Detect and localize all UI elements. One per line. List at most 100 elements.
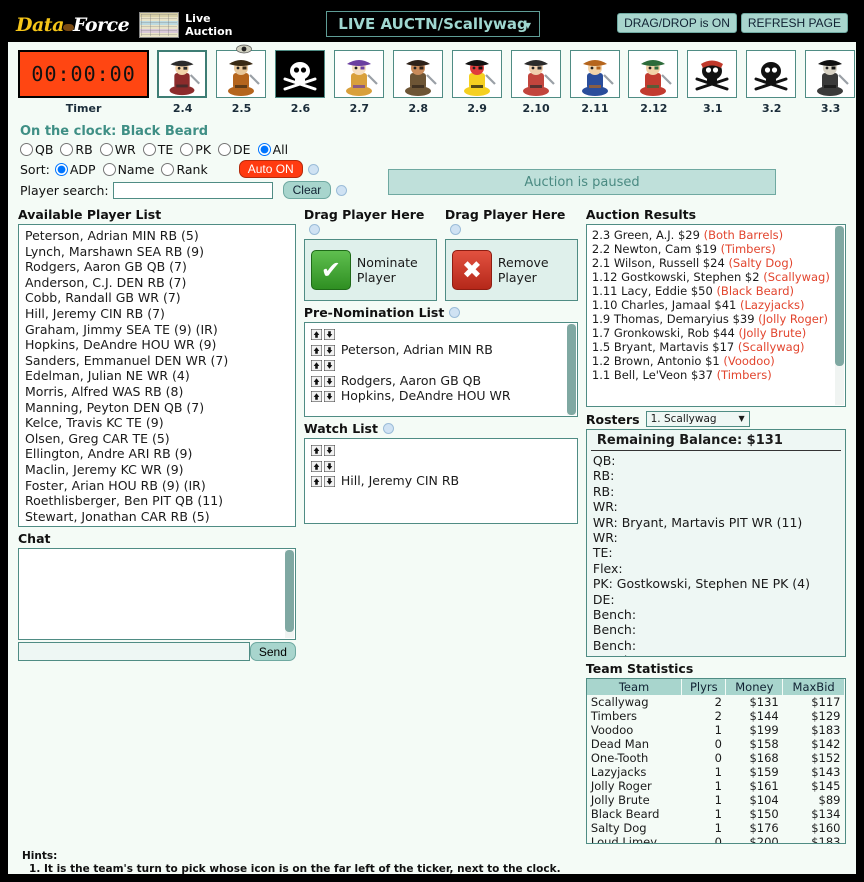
pirate-lady-icon[interactable] <box>510 50 561 98</box>
position-radio-rb[interactable] <box>60 143 74 156</box>
reorder-arrows[interactable] <box>310 373 337 389</box>
watch-list[interactable]: Hill, Jeremy CIN RB <box>303 438 578 524</box>
position-filter-wr[interactable]: WR <box>99 142 136 157</box>
help-icon-search[interactable] <box>336 184 348 196</box>
available-player-item[interactable]: Roethlisberger, Ben PIT QB (11) <box>19 493 295 509</box>
arrow-down-icon[interactable] <box>323 359 336 372</box>
arrow-up-icon[interactable] <box>310 444 323 457</box>
help-icon-autopick[interactable] <box>307 163 319 175</box>
available-player-item[interactable]: Hopkins, DeAndre HOU WR (9) <box>19 337 295 353</box>
chat-input[interactable] <box>18 642 250 661</box>
arrow-down-icon[interactable] <box>323 475 336 488</box>
reorder-arrows[interactable] <box>310 388 337 404</box>
roster-panel[interactable]: Remaining Balance: $131 QB: RB: RB: WR: WR: … <box>585 429 846 657</box>
sort-option-rank[interactable]: Rank <box>161 162 208 177</box>
available-player-item[interactable]: Graham, Jimmy SEA TE (9) (IR) <box>19 322 295 338</box>
autopick-button[interactable]: Auto ON <box>238 160 303 178</box>
ticker-pick-2-11[interactable]: 2.11 <box>569 50 621 115</box>
sort-radio-adp[interactable] <box>54 162 68 176</box>
available-player-item[interactable]: Anderson, C.J. DEN RB (7) <box>19 275 295 291</box>
watchlist-item[interactable]: Hill, Jeremy CIN RB <box>305 473 577 489</box>
reorder-arrows[interactable] <box>310 473 337 489</box>
available-player-item[interactable]: Maclin, Jeremy KC WR (9) <box>19 462 295 478</box>
arrow-up-icon[interactable] <box>310 359 323 372</box>
help-icon-prenomination[interactable] <box>449 307 461 318</box>
available-player-item[interactable]: Rodgers, Aaron GB QB (7) <box>19 259 295 275</box>
ticker-pick-2-9[interactable]: 2.9 <box>451 50 503 115</box>
bandana-skull-icon[interactable] <box>687 50 738 98</box>
ticker-pick-3-1[interactable]: 3.1 <box>687 50 738 115</box>
sort-option-name[interactable]: Name <box>102 162 154 177</box>
arrow-down-icon[interactable] <box>323 460 336 473</box>
chat-scrollbar[interactable] <box>284 550 294 638</box>
refresh-page-button[interactable]: REFRESH PAGE <box>740 13 848 33</box>
available-player-item[interactable]: Kelce, Travis KC TE (9) <box>19 415 295 431</box>
clear-search-button[interactable]: Clear <box>282 181 332 199</box>
pirate-swordsman-icon[interactable] <box>628 50 679 98</box>
available-player-item[interactable]: Edelman, Julian NE WR (4) <box>19 368 295 384</box>
position-filter-all[interactable]: All <box>257 142 288 157</box>
ticker-pick-2-10[interactable]: 2.10 <box>510 50 562 115</box>
league-select[interactable]: LIVE AUCTN/Scallywag ▼ <box>326 11 540 37</box>
remove-drop-zone[interactable]: ✖ Remove Player <box>444 239 578 301</box>
prenomination-list[interactable]: Peterson, Adrian MIN RB Rodgers, Aaron G… <box>303 322 578 417</box>
prenomination-item[interactable]: Peterson, Adrian MIN RB <box>305 342 577 358</box>
arrow-up-icon[interactable] <box>310 375 323 388</box>
pirate-girl-icon[interactable] <box>333 50 384 98</box>
prenomination-scrollbar[interactable] <box>566 324 576 415</box>
search-input[interactable] <box>112 181 273 199</box>
ticker-pick-2-8[interactable]: 2.8 <box>392 50 444 115</box>
auction-results-list[interactable]: 2.3 Green, A.J. $29 (Both Barrels) 2.2 Ne… <box>585 224 846 407</box>
ticker-pick-2-5[interactable]: 2.5 <box>216 50 267 115</box>
arrow-down-icon[interactable] <box>323 390 336 403</box>
arrow-up-icon[interactable] <box>310 390 323 403</box>
watchlist-item[interactable] <box>305 458 577 474</box>
dragdrop-toggle-button[interactable]: DRAG/DROP is ON <box>617 13 737 33</box>
send-button[interactable]: Send <box>249 642 296 661</box>
available-player-item[interactable]: Stewart, Jonathan CAR RB (5) <box>19 509 295 525</box>
pirate-sailor-icon[interactable] <box>569 50 620 98</box>
sort-radio-name[interactable] <box>102 162 116 176</box>
ticker-pick-2-6[interactable]: 2.6 <box>274 50 326 115</box>
nominate-drop-zone[interactable]: ✔ Nominate Player <box>303 239 437 301</box>
position-radio-de[interactable] <box>218 143 232 156</box>
ticker-pick-2-12[interactable]: 2.12 <box>628 50 679 115</box>
available-player-item[interactable]: Ellington, Andre ARI RB (9) <box>19 446 295 462</box>
skull-crossed-swords-icon[interactable] <box>274 50 325 98</box>
available-player-item[interactable]: Cobb, Randall GB WR (7) <box>19 290 295 306</box>
available-player-item[interactable]: Peterson, Adrian MIN RB (5) <box>19 228 295 244</box>
available-player-item[interactable]: Lynch, Marshawn SEA RB (9) <box>19 244 295 260</box>
arrow-up-icon[interactable] <box>310 475 323 488</box>
available-player-item[interactable]: Hill, Jeremy CIN RB (7) <box>19 306 295 322</box>
available-player-item[interactable]: Sanders, Emmanuel DEN WR (7) <box>19 353 295 369</box>
prenomination-item[interactable]: Rodgers, Aaron GB QB <box>305 373 577 389</box>
arrow-up-icon[interactable] <box>310 460 323 473</box>
available-player-item[interactable]: Foster, Arian HOU RB (9) (IR) <box>19 478 295 494</box>
position-radio-qb[interactable] <box>20 143 33 156</box>
available-player-list[interactable]: Peterson, Adrian MIN RB (5) Lynch, Marsha… <box>18 224 296 527</box>
chat-messages[interactable] <box>18 548 296 640</box>
arrow-up-icon[interactable] <box>310 328 323 341</box>
reorder-arrows[interactable] <box>310 458 337 474</box>
arrow-up-icon[interactable] <box>310 344 323 357</box>
watchlist-item[interactable] <box>305 442 577 458</box>
pirate-dog-icon[interactable] <box>216 50 267 98</box>
prenomination-item[interactable] <box>305 357 577 373</box>
pirates-ye-be-warned-icon[interactable] <box>746 50 797 98</box>
position-filter-rb[interactable]: RB <box>60 142 93 157</box>
help-icon-watchlist[interactable] <box>382 423 394 434</box>
position-radio-wr[interactable] <box>99 143 113 156</box>
arrow-down-icon[interactable] <box>323 375 336 388</box>
reorder-arrows[interactable] <box>310 342 337 358</box>
help-icon-nominate[interactable] <box>308 224 320 235</box>
arrow-down-icon[interactable] <box>323 344 336 357</box>
reorder-arrows[interactable] <box>310 357 337 373</box>
prenomination-item[interactable] <box>305 326 577 342</box>
sort-option-adp[interactable]: ADP <box>54 162 96 177</box>
roster-team-select[interactable]: 1. Scallywag ▼ <box>645 411 750 427</box>
position-filter-qb[interactable]: QB <box>20 142 53 157</box>
position-radio-pk[interactable] <box>180 143 194 156</box>
ticker-pick-3-3[interactable]: 3.3 <box>805 50 856 115</box>
pirate-smiley-icon[interactable] <box>451 50 502 98</box>
ticker-pick-3-2[interactable]: 3.2 <box>746 50 797 115</box>
